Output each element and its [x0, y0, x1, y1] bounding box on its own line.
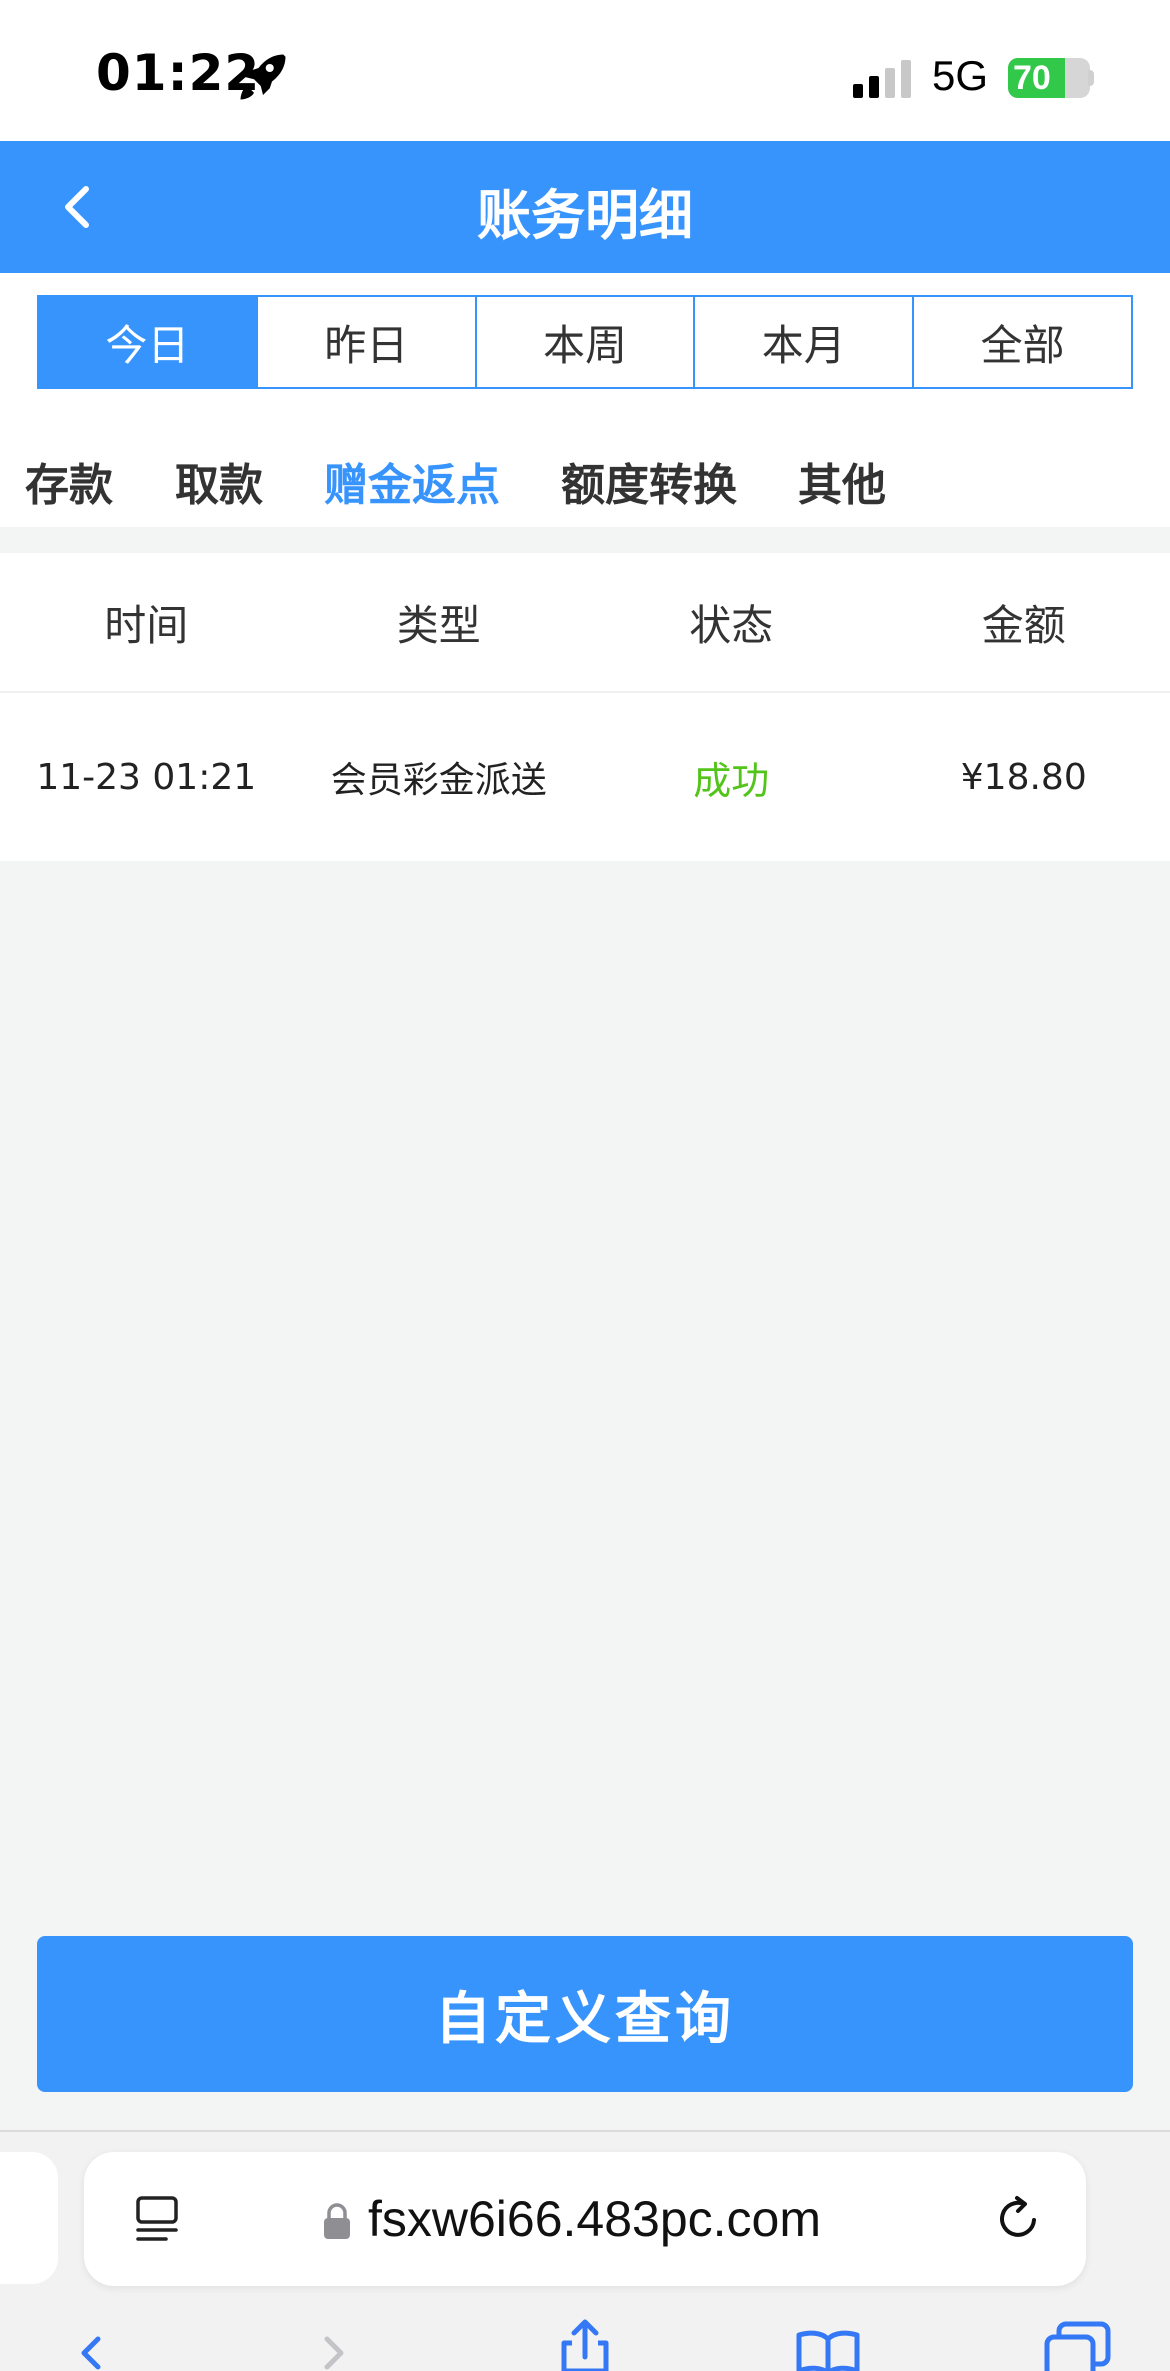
- category-tabs: 存款 取款 赠金返点 额度转换 其他: [0, 417, 1170, 527]
- cell-status: 成功: [693, 758, 770, 803]
- table-row[interactable]: 11-23 01:21 会员彩金派送 成功 ¥18.80: [0, 693, 1170, 861]
- share-icon[interactable]: [550, 2317, 620, 2371]
- bookmarks-icon[interactable]: [793, 2317, 863, 2371]
- app-header: 账务明细: [0, 141, 1170, 273]
- rocket-icon: [240, 54, 286, 100]
- category-tab-withdraw[interactable]: 取款: [175, 449, 263, 513]
- category-tab-transfer[interactable]: 额度转换: [561, 449, 737, 513]
- signal-icon: [853, 60, 911, 98]
- date-tab-this-month[interactable]: 本月: [695, 297, 915, 387]
- column-header-time: 时间: [104, 600, 189, 650]
- browser-toolbar: fsxw6i66.483pc.com: [0, 2132, 1170, 2371]
- date-filter-bar: 今日 昨日 本周 本月 全部: [0, 273, 1170, 417]
- browser-forward-icon[interactable]: [305, 2317, 375, 2371]
- category-tab-deposit[interactable]: 存款: [25, 449, 113, 513]
- network-type: 5G: [932, 52, 989, 99]
- battery-indicator: 70: [1008, 58, 1090, 98]
- table-header: 时间 类型 状态 金额: [0, 553, 1170, 693]
- date-tab-all[interactable]: 全部: [914, 297, 1131, 387]
- page-menu-icon[interactable]: [130, 2192, 184, 2246]
- battery-level: 70: [1013, 59, 1051, 97]
- column-header-type: 类型: [396, 600, 481, 650]
- transactions-table: 时间 类型 状态 金额 11-23 01:21 会员彩金派送 成功 ¥18.80: [0, 553, 1170, 861]
- column-header-amount: 金额: [981, 600, 1066, 650]
- battery-cap: [1088, 70, 1094, 86]
- category-tab-bonus-rebate[interactable]: 赠金返点: [324, 449, 500, 513]
- date-tabs: 今日 昨日 本周 本月 全部: [37, 295, 1133, 389]
- custom-query-button[interactable]: 自定义查询: [37, 1936, 1133, 2092]
- cell-type: 会员彩金派送: [330, 760, 547, 801]
- previous-tab-preview[interactable]: [0, 2152, 58, 2284]
- url-text: fsxw6i66.483pc.com: [368, 2191, 822, 2247]
- cell-amount: ¥18.80: [960, 756, 1087, 798]
- reload-icon[interactable]: [990, 2190, 1048, 2248]
- category-tab-other[interactable]: 其他: [798, 449, 886, 513]
- address-bar[interactable]: fsxw6i66.483pc.com: [84, 2152, 1086, 2286]
- date-tab-this-week[interactable]: 本周: [476, 297, 696, 387]
- browser-back-icon[interactable]: [50, 2317, 120, 2371]
- page-title: 账务明细: [477, 184, 693, 247]
- cell-time: 11-23 01:21: [36, 756, 257, 798]
- column-header-status: 状态: [689, 600, 774, 650]
- lock-icon: [324, 2203, 350, 2239]
- date-tab-yesterday[interactable]: 昨日: [257, 297, 477, 387]
- date-tab-today[interactable]: 今日: [39, 297, 258, 387]
- tabs-icon[interactable]: [1043, 2317, 1113, 2371]
- status-bar: 01:22 5G 70: [0, 0, 1170, 141]
